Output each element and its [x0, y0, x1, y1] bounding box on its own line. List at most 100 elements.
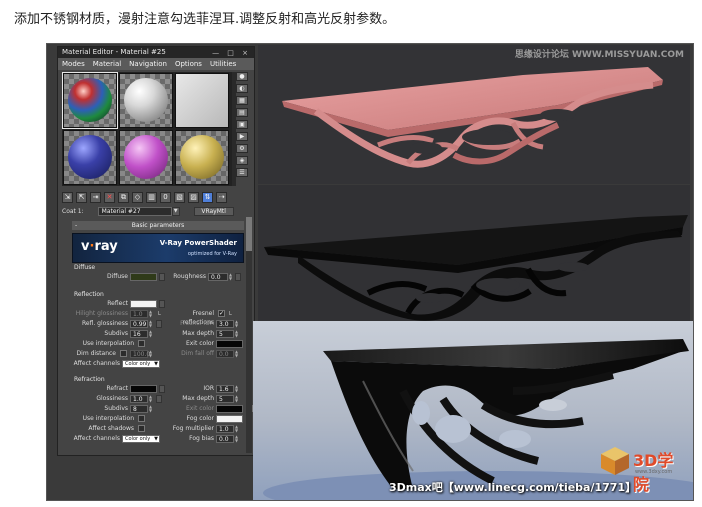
hilight-lock-button[interactable]: L	[158, 310, 161, 319]
refraction-glossiness-field[interactable]: 1.0	[130, 395, 148, 403]
dim-distance-checkbox[interactable]	[120, 350, 127, 357]
background-icon[interactable]: ▦	[236, 96, 248, 105]
spinner-icon[interactable]: ▲ ▼	[235, 385, 239, 393]
put-to-library-icon[interactable]: ▥	[146, 191, 157, 203]
put-to-scene-icon[interactable]: ⇱	[76, 191, 87, 203]
sample-slot-active[interactable]	[62, 72, 118, 129]
spinner-icon[interactable]: ▲ ▼	[149, 330, 153, 338]
roughness-map-button[interactable]	[235, 273, 241, 281]
reflection-exit-color-swatch[interactable]	[216, 340, 243, 348]
basic-parameters-rollout[interactable]: - Basic parameters	[72, 221, 244, 230]
reflection-subdivs-field[interactable]: 16	[130, 330, 148, 338]
sample-type-icon[interactable]: ●	[236, 72, 248, 81]
material-name-field[interactable]: Material #27	[97, 206, 172, 216]
window-controls[interactable]: — □ ×	[212, 48, 251, 59]
diffuse-section: Diffuse Diffuse Roughness 0.0 ▲ ▼	[72, 264, 244, 282]
copy-material-icon[interactable]: ⧉	[118, 191, 129, 203]
select-by-material-icon[interactable]: ◈	[236, 156, 248, 165]
hilight-glossiness-field[interactable]: 1.0	[130, 310, 148, 318]
go-to-parent-icon[interactable]: ⇅	[202, 191, 213, 203]
video-check-icon[interactable]: ▣	[236, 120, 248, 129]
reflection-use-interpolation-label: Use interpolation	[82, 340, 134, 347]
menu-utilities[interactable]: Utilities	[206, 58, 240, 70]
refl-glossiness-field[interactable]: 0.99	[130, 320, 148, 328]
spinner-icon[interactable]: ▲ ▼	[149, 350, 153, 358]
material-type-button[interactable]: VRayMtl	[193, 206, 234, 216]
reflect-color-swatch[interactable]	[130, 300, 157, 308]
material-editor-titlebar[interactable]: Material Editor - Material #25 — □ ×	[58, 47, 254, 58]
refraction-exit-color-swatch[interactable]	[216, 405, 243, 413]
refraction-affect-channels-label: Affect channels	[73, 435, 120, 442]
reflection-exit-color-label: Exit color	[185, 340, 214, 347]
refraction-glossiness-map-button[interactable]	[156, 395, 162, 403]
material-name-dropdown-icon[interactable]: ▼	[171, 206, 180, 216]
spinner-icon[interactable]: ▲ ▼	[149, 310, 153, 318]
reset-map-icon[interactable]: ✕	[104, 191, 115, 203]
rollout-title: Basic parameters	[131, 222, 185, 229]
refraction-max-depth-field[interactable]: 5	[216, 395, 234, 403]
affect-shadows-checkbox[interactable]	[138, 425, 145, 432]
reflection-use-interpolation-checkbox[interactable]	[138, 340, 145, 347]
make-unique-icon[interactable]: ◇	[132, 191, 143, 203]
spinner-icon[interactable]: ▲ ▼	[235, 435, 239, 443]
show-end-result-icon[interactable]: ▨	[188, 191, 199, 203]
menu-modes[interactable]: Modes	[58, 58, 89, 70]
menu-navigation[interactable]: Navigation	[125, 58, 171, 70]
roughness-field[interactable]: 0.0	[208, 273, 228, 281]
scrollbar-thumb[interactable]	[246, 217, 252, 251]
spinner-icon[interactable]: ▲ ▼	[149, 320, 153, 328]
reflection-max-depth-field[interactable]: 5	[216, 330, 234, 338]
fog-multiplier-field[interactable]: 1.0	[216, 425, 234, 433]
assign-to-selection-icon[interactable]: ⇥	[90, 191, 101, 203]
reflect-map-button[interactable]	[159, 300, 165, 308]
spinner-icon[interactable]: ▲ ▼	[235, 395, 239, 403]
refraction-subdivs-field[interactable]: 8	[130, 405, 148, 413]
affect-shadows-label: Affect shadows	[88, 425, 134, 432]
backlight-icon[interactable]: ◐	[236, 84, 248, 93]
refraction-affect-channels-select[interactable]: Color only ▼	[122, 435, 160, 443]
spinner-icon[interactable]: ▲ ▼	[149, 405, 153, 413]
photo-reference: 3D学院 www.3dxy.com 3Dmax吧【www.linecg.com/…	[253, 321, 693, 500]
fresnel-lock-button[interactable]: L	[229, 310, 232, 319]
spinner-icon[interactable]: ▲ ▼	[235, 320, 239, 328]
go-forward-sibling-icon[interactable]: ⇢	[216, 191, 227, 203]
spinner-icon[interactable]: ▲ ▼	[235, 350, 239, 358]
diffuse-map-button[interactable]	[159, 273, 165, 281]
ior-field[interactable]: 1.6	[216, 385, 234, 393]
sample-slot[interactable]	[63, 130, 117, 185]
diffuse-color-swatch[interactable]	[130, 273, 157, 281]
refraction-use-interpolation-checkbox[interactable]	[138, 415, 145, 422]
spinner-icon[interactable]: ▲ ▼	[235, 330, 239, 338]
fresnel-ior-field[interactable]: 3.0	[216, 320, 234, 328]
uv-tiling-icon[interactable]: ▤	[236, 108, 248, 117]
make-preview-icon[interactable]: ▶	[236, 132, 248, 141]
menu-options[interactable]: Options	[171, 58, 206, 70]
material-navigator-icon[interactable]: ☰	[236, 168, 248, 177]
spinner-icon[interactable]: ▲ ▼	[229, 273, 233, 281]
spinner-icon[interactable]: ▲ ▼	[149, 395, 153, 403]
sample-slot[interactable]	[175, 73, 229, 128]
material-id-icon[interactable]: 0	[160, 191, 171, 203]
refract-label: Refract	[106, 385, 129, 392]
reflection-title: Reflection	[74, 291, 104, 298]
refract-color-swatch[interactable]	[130, 385, 157, 393]
sample-slot[interactable]	[119, 73, 173, 128]
get-material-icon[interactable]: ⇲	[62, 191, 73, 203]
pink-table-render	[282, 67, 663, 168]
parameters-scrollbar[interactable]	[246, 217, 252, 453]
spinner-icon[interactable]: ▲ ▼	[235, 425, 239, 433]
screenshot-frame: Material Editor - Material #25 — □ × Mod…	[46, 43, 694, 501]
dim-distance-field[interactable]: 100.0	[130, 350, 150, 358]
menu-material[interactable]: Material	[89, 58, 125, 70]
options-icon[interactable]: ⚙	[236, 144, 248, 153]
dim-fall-off-field[interactable]: 0.0	[216, 350, 234, 358]
reflection-affect-channels-select[interactable]: Color only ▼	[122, 360, 160, 368]
rollout-collapse-icon: -	[75, 222, 78, 229]
sample-slot[interactable]	[175, 130, 229, 185]
fog-bias-field[interactable]: 0.0	[216, 435, 234, 443]
fog-color-swatch[interactable]	[216, 415, 243, 423]
sample-slot[interactable]	[119, 130, 173, 185]
refl-glossiness-map-button[interactable]	[156, 320, 162, 328]
show-map-in-viewport-icon[interactable]: ▧	[174, 191, 185, 203]
fresnel-reflections-checkbox[interactable]: ✓	[218, 310, 225, 317]
